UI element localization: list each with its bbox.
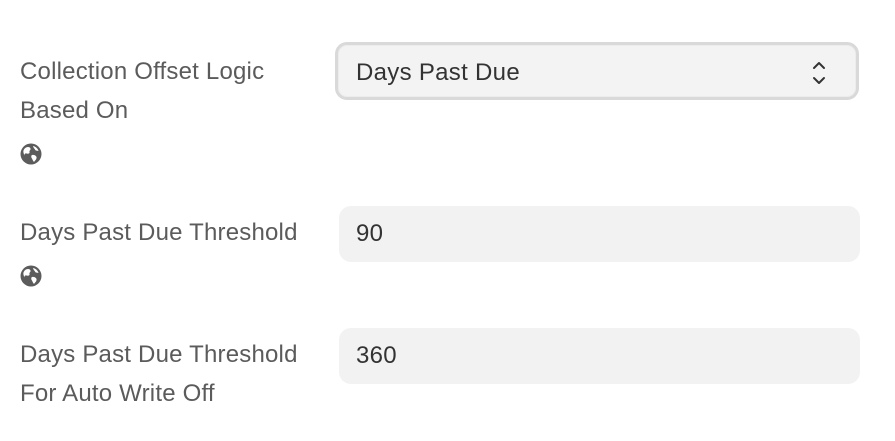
- select-chevrons-icon: [813, 62, 825, 84]
- collection-offset-logic-label-line1: Collection Offset Logic: [20, 58, 265, 85]
- collection-offset-logic-select[interactable]: Days Past Due: [335, 42, 859, 100]
- auto-write-off-threshold-input[interactable]: [339, 328, 860, 384]
- days-past-due-threshold-label: Days Past Due Threshold: [20, 219, 298, 246]
- auto-write-off-threshold-label-line2: For Auto Write Off: [20, 380, 215, 407]
- globe-icon[interactable]: [20, 265, 42, 287]
- auto-write-off-threshold-label-line1: Days Past Due Threshold: [20, 341, 298, 368]
- days-past-due-threshold-input[interactable]: [339, 206, 860, 262]
- globe-icon[interactable]: [20, 143, 42, 165]
- collection-offset-logic-select-value: Days Past Due: [356, 59, 520, 86]
- collection-offset-logic-label-line2: Based On: [20, 97, 129, 124]
